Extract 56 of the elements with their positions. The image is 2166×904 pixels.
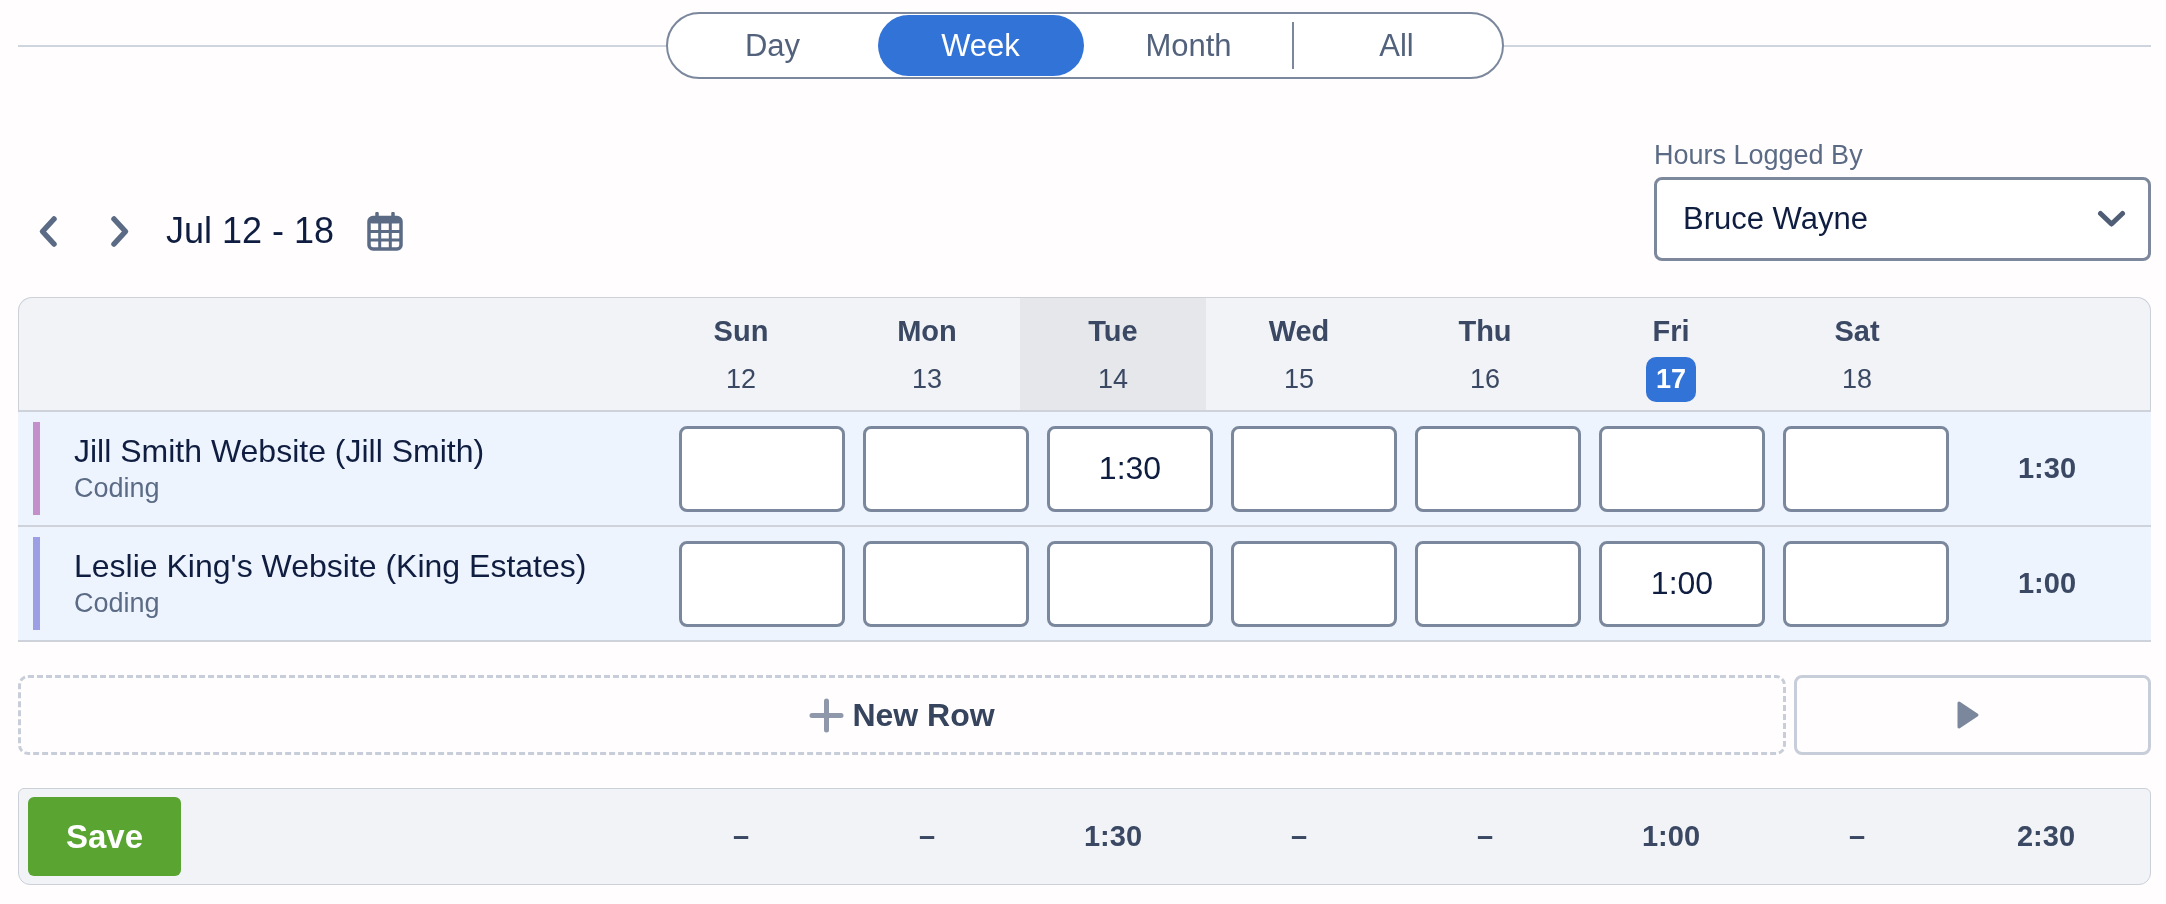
task-name: Coding — [74, 472, 161, 505]
day-name: Sun — [713, 314, 769, 349]
time-input[interactable] — [1231, 425, 1397, 512]
play-icon — [1955, 700, 1980, 730]
day-date: 18 — [1840, 363, 1873, 396]
time-input[interactable] — [1783, 425, 1949, 512]
time-input[interactable] — [1783, 540, 1949, 627]
project-name: Leslie King's Website (King Estates) — [74, 547, 587, 586]
day-date: 17 — [1645, 357, 1696, 402]
time-input[interactable] — [1415, 540, 1581, 627]
day-date: 13 — [910, 363, 943, 396]
day-name: Thu — [1458, 314, 1512, 349]
day-total: – — [1848, 820, 1866, 853]
date-range: Jul 12 - 18 — [166, 210, 335, 252]
grand-total: 2:30 — [2016, 820, 2075, 853]
user-dropdown[interactable]: Bruce Wayne — [1654, 177, 2151, 261]
time-input[interactable] — [863, 540, 1029, 627]
row-total: 1:00 — [2017, 567, 2076, 600]
day-name: Fri — [1652, 314, 1690, 349]
project-name: Jill Smith Website (Jill Smith) — [74, 432, 485, 471]
time-input[interactable] — [679, 425, 845, 512]
day-date: 15 — [1282, 363, 1315, 396]
day-total: – — [732, 820, 750, 853]
day-name: Tue — [1088, 314, 1138, 349]
view-tab[interactable]: All — [1293, 15, 1500, 76]
day-name: Mon — [897, 314, 957, 349]
time-input[interactable] — [679, 540, 845, 627]
day-name: Wed — [1268, 314, 1330, 349]
day-date: 16 — [1468, 363, 1501, 396]
view-tab[interactable]: Day — [669, 15, 876, 76]
row-total: 1:30 — [2017, 452, 2076, 485]
day-total: – — [1290, 820, 1308, 853]
view-tab[interactable]: Month — [1085, 15, 1292, 76]
dropdown-label: Hours Logged By — [1654, 139, 1864, 171]
time-input[interactable] — [863, 425, 1029, 512]
chevron-right-icon[interactable] — [110, 214, 130, 248]
time-input[interactable] — [1047, 540, 1213, 627]
task-name: Coding — [74, 587, 161, 620]
day-name: Sat — [1834, 314, 1880, 349]
chevron-left-icon[interactable] — [38, 214, 58, 248]
day-total: – — [918, 820, 936, 853]
day-date: 12 — [724, 363, 757, 396]
view-tab[interactable]: Week — [877, 15, 1084, 76]
day-total: – — [1476, 820, 1494, 853]
time-input[interactable] — [1231, 540, 1397, 627]
plus-icon — [809, 697, 845, 733]
chevron-down-icon — [2097, 210, 2126, 228]
new-row-button[interactable]: New Row — [18, 675, 1786, 755]
day-total: 1:00 — [1641, 820, 1700, 853]
day-total: 1:30 — [1083, 820, 1142, 853]
time-input[interactable]: 1:00 — [1599, 540, 1765, 627]
time-input[interactable] — [1415, 425, 1581, 512]
time-input[interactable] — [1599, 425, 1765, 512]
day-date: 14 — [1096, 363, 1129, 396]
calendar-icon[interactable] — [367, 211, 404, 251]
time-input[interactable]: 1:30 — [1047, 425, 1213, 512]
